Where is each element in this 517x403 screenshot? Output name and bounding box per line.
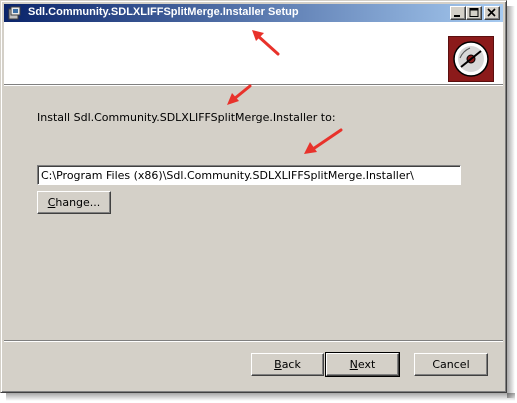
close-icon — [487, 8, 496, 17]
annotation-arrow-label — [227, 84, 252, 105]
footer-divider-highlight — [4, 341, 503, 342]
maximize-button[interactable] — [466, 6, 482, 20]
maximize-icon — [469, 8, 479, 17]
cd-disc-icon — [448, 36, 494, 82]
title-bar[interactable]: Sdl.Community.SDLXLIFFSplitMerge.Install… — [4, 4, 503, 22]
minimize-button[interactable] — [450, 6, 466, 20]
window-shadow-bottom — [6, 393, 515, 401]
cancel-button[interactable]: Cancel — [414, 353, 488, 376]
window-title: Sdl.Community.SDLXLIFFSplitMerge.Install… — [28, 6, 299, 18]
installer-app-icon — [8, 6, 22, 20]
install-location-label: Install Sdl.Community.SDLXLIFFSplitMerge… — [37, 111, 336, 124]
next-label: ext — [357, 358, 376, 371]
annotation-arrow-path — [304, 128, 343, 154]
back-button[interactable]: Back — [251, 353, 324, 376]
annotation-arrow-title — [252, 30, 280, 56]
close-button[interactable] — [484, 6, 500, 20]
next-button[interactable]: Next — [325, 352, 400, 377]
window-shadow-right — [507, 6, 515, 398]
back-label: ack — [281, 358, 301, 371]
next-accel: N — [349, 358, 358, 371]
change-button[interactable]: Change... — [37, 191, 111, 214]
back-accel: B — [274, 358, 282, 371]
minimize-icon — [454, 15, 460, 17]
change-label: hange... — [55, 196, 101, 209]
install-path-field[interactable] — [37, 165, 461, 185]
